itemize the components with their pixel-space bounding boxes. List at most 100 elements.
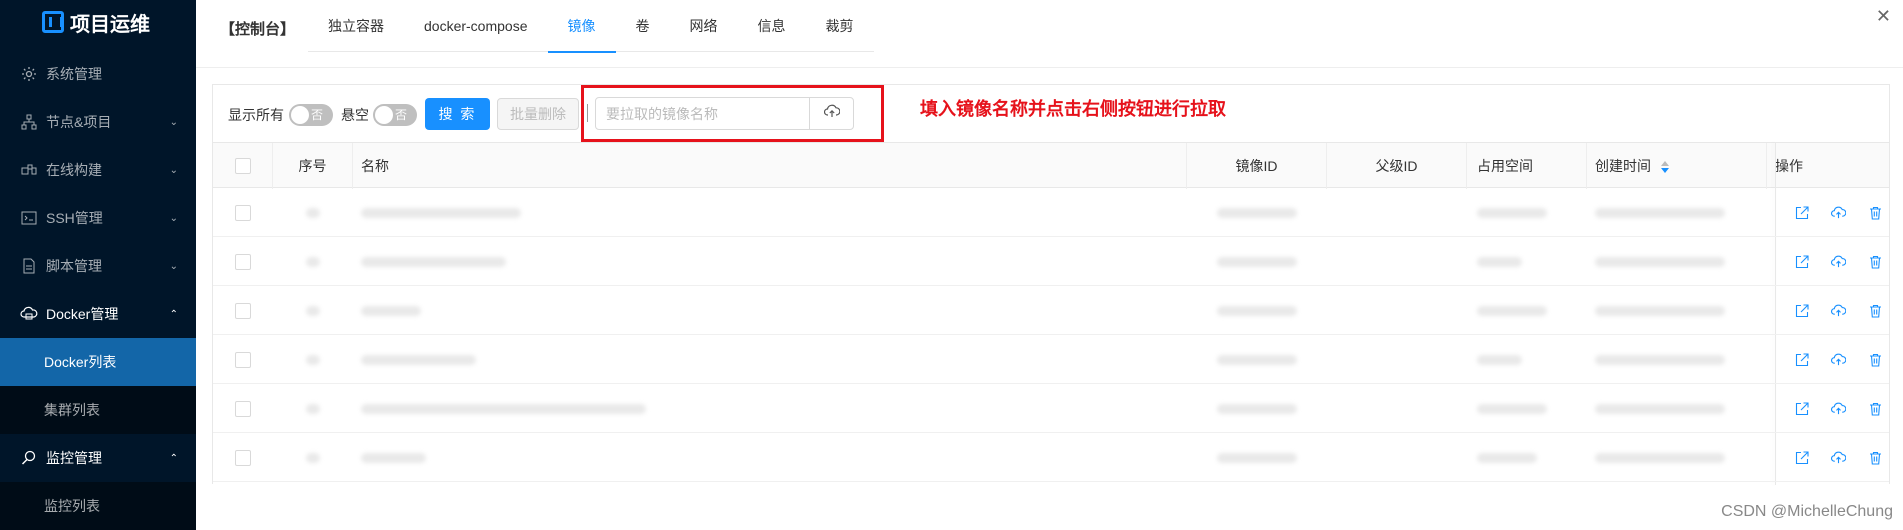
search-button[interactable]: 搜 索 <box>425 98 490 130</box>
cloud-upload-icon[interactable] <box>1830 253 1847 270</box>
row-size-cell <box>1477 188 1587 237</box>
export-icon[interactable] <box>1793 351 1810 368</box>
select-all-checkbox[interactable] <box>235 158 251 174</box>
table-row[interactable] <box>213 286 1889 335</box>
sidebar-item-system[interactable]: 系统管理 <box>0 50 196 98</box>
close-icon[interactable]: ✕ <box>1876 6 1891 27</box>
row-size-cell <box>1477 335 1587 384</box>
cloud-upload-icon[interactable] <box>1830 302 1847 319</box>
cloud-server-icon <box>20 305 38 323</box>
export-icon[interactable] <box>1793 204 1810 221</box>
blurred-text <box>306 257 320 267</box>
delete-icon[interactable] <box>1867 302 1884 319</box>
blurred-text <box>361 257 506 267</box>
dangling-switch[interactable]: 否 <box>373 104 417 126</box>
row-image-id-cell <box>1187 335 1327 384</box>
sidebar-item-label: Docker管理 <box>46 304 118 324</box>
export-icon[interactable] <box>1793 302 1810 319</box>
row-checkbox[interactable] <box>235 254 251 270</box>
row-name-cell <box>361 286 1181 335</box>
row-checkbox[interactable] <box>235 450 251 466</box>
sidebar-item-docker-list[interactable]: Docker列表 <box>0 338 196 386</box>
sidebar-item-cluster-list[interactable]: 集群列表 <box>0 386 196 434</box>
sidebar-item-label: 系统管理 <box>46 64 102 84</box>
table-row[interactable] <box>213 237 1889 286</box>
row-checkbox[interactable] <box>235 352 251 368</box>
sidebar-item-label: 集群列表 <box>44 400 100 420</box>
delete-icon[interactable] <box>1867 449 1884 466</box>
blurred-text <box>361 404 646 414</box>
terminal-icon <box>20 209 38 227</box>
sidebar-item-docker[interactable]: Docker管理 ⌃ <box>0 290 196 338</box>
chevron-up-icon: ⌃ <box>170 309 178 320</box>
export-icon[interactable] <box>1793 449 1810 466</box>
blurred-text <box>1217 404 1297 414</box>
sidebar-item-nodes[interactable]: 节点&项目 ⌄ <box>0 98 196 146</box>
blurred-text <box>306 453 320 463</box>
sidebar-item-build[interactable]: 在线构建 ⌄ <box>0 146 196 194</box>
blurred-text <box>361 355 476 365</box>
blurred-text <box>306 404 320 414</box>
table-row[interactable] <box>213 433 1889 482</box>
blurred-text <box>1217 306 1297 316</box>
tab-standalone-container[interactable]: 独立容器 <box>308 0 404 52</box>
tab-prune[interactable]: 裁剪 <box>806 0 874 52</box>
tab-networks[interactable]: 网络 <box>670 0 738 52</box>
delete-icon[interactable] <box>1867 400 1884 417</box>
row-created-cell <box>1595 188 1765 237</box>
blurred-text <box>1595 208 1725 218</box>
app-logo[interactable]: 项目运维 <box>0 0 196 44</box>
cloud-upload-icon[interactable] <box>1830 204 1847 221</box>
batch-delete-button[interactable]: 批量删除 <box>497 98 579 130</box>
delete-icon[interactable] <box>1867 351 1884 368</box>
row-checkbox[interactable] <box>235 205 251 221</box>
delete-icon[interactable] <box>1867 253 1884 270</box>
table-row[interactable] <box>213 335 1889 384</box>
tab-docker-compose[interactable]: docker-compose <box>404 0 548 52</box>
blurred-text <box>1477 355 1522 365</box>
chevron-down-icon: ⌄ <box>170 261 178 272</box>
row-created-cell <box>1595 237 1765 286</box>
row-select-cell <box>213 237 273 286</box>
sidebar-item-ssh[interactable]: SSH管理 ⌄ <box>0 194 196 242</box>
images-panel: 显示所有 否 悬空 否 搜 索 批量删除 填入镜像名称并点击右侧按钮进行拉取 序… <box>212 84 1890 484</box>
tab-info[interactable]: 信息 <box>738 0 806 52</box>
export-icon[interactable] <box>1793 400 1810 417</box>
sidebar-item-monitor-list[interactable]: 监控列表 <box>0 482 196 530</box>
row-checkbox[interactable] <box>235 401 251 417</box>
blurred-text <box>1217 257 1297 267</box>
sidebar-item-monitor[interactable]: 监控管理 ⌃ <box>0 434 196 482</box>
sidebar-item-label: 在线构建 <box>46 160 102 180</box>
table-row[interactable] <box>213 384 1889 433</box>
sidebar-item-script[interactable]: 脚本管理 ⌄ <box>0 242 196 290</box>
col-created[interactable]: 创建时间 <box>1587 143 1767 189</box>
row-created-cell <box>1595 286 1765 335</box>
build-icon <box>20 161 38 179</box>
delete-icon[interactable] <box>1867 204 1884 221</box>
switch-text: 否 <box>395 108 407 122</box>
tab-volumes[interactable]: 卷 <box>616 0 670 52</box>
watermark: CSDN @MichelleChung <box>1721 503 1893 521</box>
tab-images[interactable]: 镜像 <box>548 0 616 52</box>
logo-text: 项目运维 <box>70 8 150 37</box>
blurred-text <box>1595 257 1725 267</box>
cloud-upload-icon[interactable] <box>1830 449 1847 466</box>
monitor-search-icon <box>20 449 38 467</box>
chevron-down-icon: ⌄ <box>170 165 178 176</box>
row-select-cell <box>213 433 273 482</box>
row-checkbox[interactable] <box>235 303 251 319</box>
row-select-cell <box>213 335 273 384</box>
export-icon[interactable] <box>1793 253 1810 270</box>
row-name-cell <box>361 237 1181 286</box>
console-header: 【控制台】 独立容器 docker-compose 镜像 卷 网络 信息 裁剪 … <box>196 0 1903 68</box>
table-row[interactable] <box>213 188 1889 237</box>
cloud-upload-icon[interactable] <box>1830 351 1847 368</box>
sitemap-icon <box>20 113 38 131</box>
col-parent-id: 父级ID <box>1327 143 1467 189</box>
row-actions <box>1793 384 1891 433</box>
row-select-cell <box>213 188 273 237</box>
sort-icon[interactable] <box>1661 161 1669 173</box>
blurred-text <box>1477 453 1537 463</box>
show-all-switch[interactable]: 否 <box>289 104 333 126</box>
cloud-upload-icon[interactable] <box>1830 400 1847 417</box>
